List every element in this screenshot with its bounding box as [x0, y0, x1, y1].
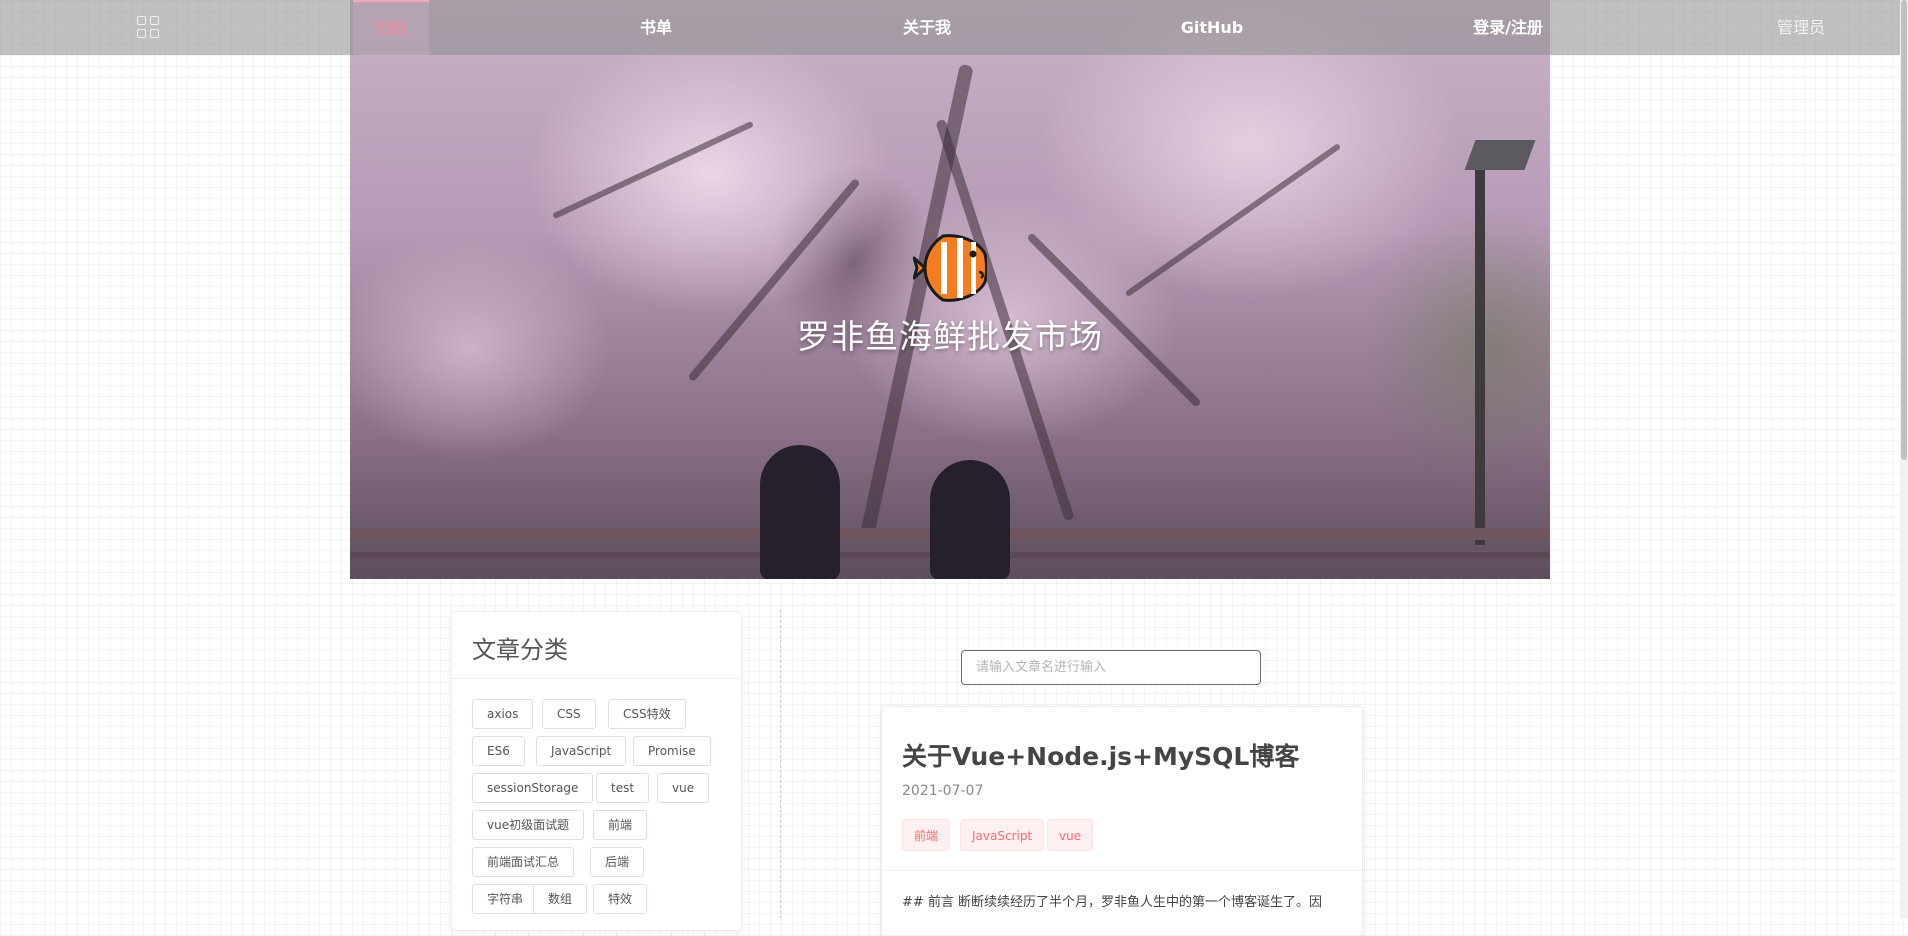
- category-tag[interactable]: 前端: [593, 810, 648, 840]
- article-card[interactable]: 关于Vue+Node.js+MySQL博客 2021-07-07 前端 Java…: [881, 706, 1363, 936]
- article-tag[interactable]: vue: [1047, 819, 1094, 851]
- top-navbar: 归档 书单 关于我 GitHub 登录/注册 管理员: [0, 0, 1900, 55]
- category-title: 文章分类: [452, 612, 741, 679]
- category-tag[interactable]: Promise: [633, 736, 711, 766]
- category-tag[interactable]: 数组: [533, 884, 588, 914]
- article-date: 2021-07-07: [902, 783, 984, 799]
- page-scrollbar[interactable]: [1900, 0, 1908, 918]
- category-tag[interactable]: 字符串: [472, 884, 539, 914]
- nav-booklist[interactable]: 书单: [606, 0, 706, 55]
- category-tag[interactable]: 前端面试汇总: [472, 847, 575, 877]
- article-divider: [882, 870, 1362, 871]
- nav-about[interactable]: 关于我: [877, 0, 977, 55]
- category-card: 文章分类 axios CSS CSS特效 ES6 JavaScript Prom…: [451, 611, 742, 931]
- article-search-input[interactable]: [961, 650, 1261, 685]
- scrollbar-thumb[interactable]: [1901, 0, 1907, 460]
- article-tag[interactable]: 前端: [902, 819, 951, 851]
- column-divider: [780, 610, 781, 918]
- article-title[interactable]: 关于Vue+Node.js+MySQL博客: [902, 737, 1299, 773]
- category-tag[interactable]: ES6: [472, 736, 525, 766]
- category-tag[interactable]: vue初级面试题: [472, 810, 585, 840]
- category-tag[interactable]: sessionStorage: [472, 773, 594, 803]
- category-tag[interactable]: CSS特效: [608, 699, 686, 729]
- nav-admin[interactable]: 管理员: [1751, 0, 1851, 55]
- article-tag[interactable]: JavaScript: [960, 819, 1045, 851]
- category-tag[interactable]: 特效: [593, 884, 648, 914]
- category-tag[interactable]: JavaScript: [536, 736, 627, 766]
- fish-icon: [913, 234, 987, 302]
- category-tag[interactable]: axios: [472, 699, 534, 729]
- nav-github[interactable]: GitHub: [1162, 0, 1262, 55]
- category-tag[interactable]: CSS: [542, 699, 596, 729]
- article-excerpt: ## 前言 断断续续经历了半个月，罗非鱼人生中的第一个博客诞生了。因: [902, 895, 1323, 910]
- category-tag[interactable]: vue: [657, 773, 710, 803]
- apps-grid-icon[interactable]: [137, 16, 161, 40]
- site-title: 罗非鱼海鲜批发市场: [797, 317, 1103, 356]
- category-tag[interactable]: test: [596, 773, 650, 803]
- nav-login-register[interactable]: 登录/注册: [1458, 0, 1558, 55]
- nav-archive[interactable]: 归档: [353, 0, 429, 55]
- category-tag[interactable]: 后端: [590, 847, 645, 877]
